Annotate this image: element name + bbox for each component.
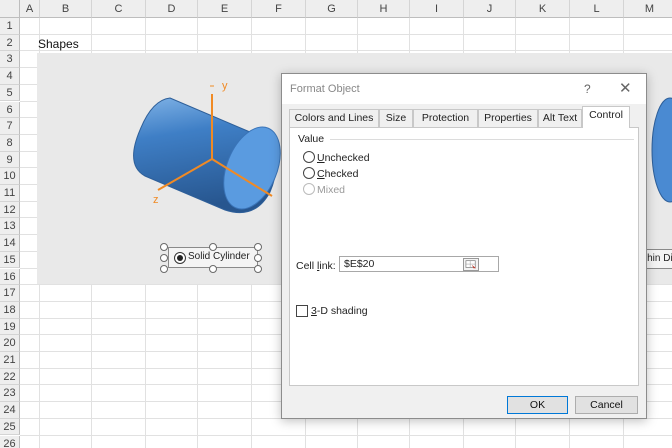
resize-handle-sw[interactable] bbox=[160, 265, 168, 273]
column-header[interactable]: G bbox=[306, 0, 358, 18]
y-axis-label: y bbox=[222, 80, 228, 92]
row-header[interactable]: 8 bbox=[0, 134, 20, 152]
cell-link-label: Cell link: bbox=[296, 260, 336, 272]
row-header[interactable]: 21 bbox=[0, 352, 20, 369]
column-header[interactable]: D bbox=[146, 0, 198, 18]
row-header[interactable]: 10 bbox=[0, 168, 20, 185]
unchecked-radio[interactable] bbox=[303, 151, 315, 163]
column-header[interactable]: B bbox=[40, 0, 92, 18]
row-header[interactable]: 12 bbox=[0, 201, 20, 219]
row-header[interactable]: 3 bbox=[0, 51, 20, 69]
resize-handle-n[interactable] bbox=[209, 243, 217, 251]
column-header[interactable]: C bbox=[92, 0, 146, 18]
row-gridline bbox=[20, 434, 672, 436]
row-header[interactable]: 14 bbox=[0, 235, 20, 252]
column-header[interactable]: F bbox=[252, 0, 306, 18]
tab-protection[interactable]: Protection bbox=[413, 109, 478, 127]
close-icon[interactable]: ✕ bbox=[619, 79, 632, 97]
column-header[interactable]: E bbox=[198, 0, 252, 18]
mixed-radio bbox=[303, 183, 315, 195]
cancel-button[interactable]: Cancel bbox=[575, 396, 638, 414]
resize-handle-e[interactable] bbox=[254, 254, 262, 262]
column-header[interactable]: M bbox=[624, 0, 672, 18]
resize-handle-ne[interactable] bbox=[254, 243, 262, 251]
row-header[interactable]: 18 bbox=[0, 301, 20, 319]
dialog-title: Format Object bbox=[290, 83, 360, 95]
solid-cylinder-label: Solid Cylinder bbox=[188, 251, 250, 262]
resize-handle-nw[interactable] bbox=[160, 243, 168, 251]
column-header[interactable]: J bbox=[464, 0, 516, 18]
row-gridline bbox=[20, 50, 672, 52]
unchecked-label: Unchecked bbox=[317, 152, 370, 164]
3d-shading-checkbox[interactable] bbox=[296, 305, 308, 317]
help-button[interactable]: ? bbox=[584, 82, 591, 96]
row-header[interactable]: 4 bbox=[0, 68, 20, 85]
row-header[interactable]: 1 bbox=[0, 18, 20, 35]
column-header[interactable]: I bbox=[410, 0, 464, 18]
row-header[interactable]: 15 bbox=[0, 251, 20, 269]
row-header[interactable]: 6 bbox=[0, 101, 20, 119]
column-header[interactable]: A bbox=[20, 0, 40, 18]
tab-properties[interactable]: Properties bbox=[478, 109, 538, 127]
row-header[interactable]: 22 bbox=[0, 368, 20, 386]
mixed-label: Mixed bbox=[317, 184, 346, 196]
value-group-label: Value bbox=[298, 133, 325, 145]
row-header[interactable]: 2 bbox=[0, 34, 20, 52]
row-header[interactable]: 23 bbox=[0, 385, 20, 403]
ok-button[interactable]: OK bbox=[507, 396, 568, 414]
dialog-titlebar[interactable]: Format Object ? ✕ bbox=[282, 74, 646, 104]
checked-label: Checked bbox=[317, 168, 359, 180]
row-header[interactable]: 25 bbox=[0, 418, 20, 436]
row-gridline bbox=[20, 33, 672, 35]
cell-b2-shapes[interactable]: Shapes bbox=[38, 37, 79, 51]
z-axis-label: z bbox=[153, 194, 159, 206]
column-header[interactable]: K bbox=[516, 0, 570, 18]
column-header[interactable]: L bbox=[570, 0, 624, 18]
tab-control[interactable]: Control bbox=[582, 106, 630, 128]
row-header[interactable]: 17 bbox=[0, 285, 20, 302]
range-select-icon[interactable] bbox=[463, 258, 479, 271]
format-object-dialog: Format Object ? ✕ Colors and Lines Size … bbox=[281, 73, 647, 419]
resize-handle-s[interactable] bbox=[209, 265, 217, 273]
row-header[interactable]: 9 bbox=[0, 151, 20, 169]
select-all-corner[interactable] bbox=[0, 0, 20, 18]
checked-radio[interactable] bbox=[303, 167, 315, 179]
row-header[interactable]: 11 bbox=[0, 185, 20, 202]
row-header[interactable]: 13 bbox=[0, 218, 20, 236]
3d-shading-label: 3-D shading bbox=[311, 305, 368, 317]
control-tab-panel: Value Unchecked Checked Mixed Cell link:… bbox=[289, 127, 639, 386]
tab-size[interactable]: Size bbox=[379, 109, 413, 127]
row-header[interactable]: 24 bbox=[0, 402, 20, 419]
value-group-divider bbox=[330, 139, 634, 140]
row-header[interactable]: 16 bbox=[0, 268, 20, 286]
row-header[interactable]: 26 bbox=[0, 435, 20, 448]
column-header[interactable]: H bbox=[358, 0, 410, 18]
resize-handle-w[interactable] bbox=[160, 254, 168, 262]
resize-handle-se[interactable] bbox=[254, 265, 262, 273]
tab-alt-text[interactable]: Alt Text bbox=[538, 109, 582, 127]
radio-selected-icon bbox=[174, 252, 186, 264]
row-header[interactable]: 7 bbox=[0, 118, 20, 135]
tab-colors-and-lines[interactable]: Colors and Lines bbox=[289, 109, 379, 127]
row-header[interactable]: 20 bbox=[0, 335, 20, 352]
row-header[interactable]: 19 bbox=[0, 318, 20, 336]
row-header[interactable]: 5 bbox=[0, 84, 20, 102]
